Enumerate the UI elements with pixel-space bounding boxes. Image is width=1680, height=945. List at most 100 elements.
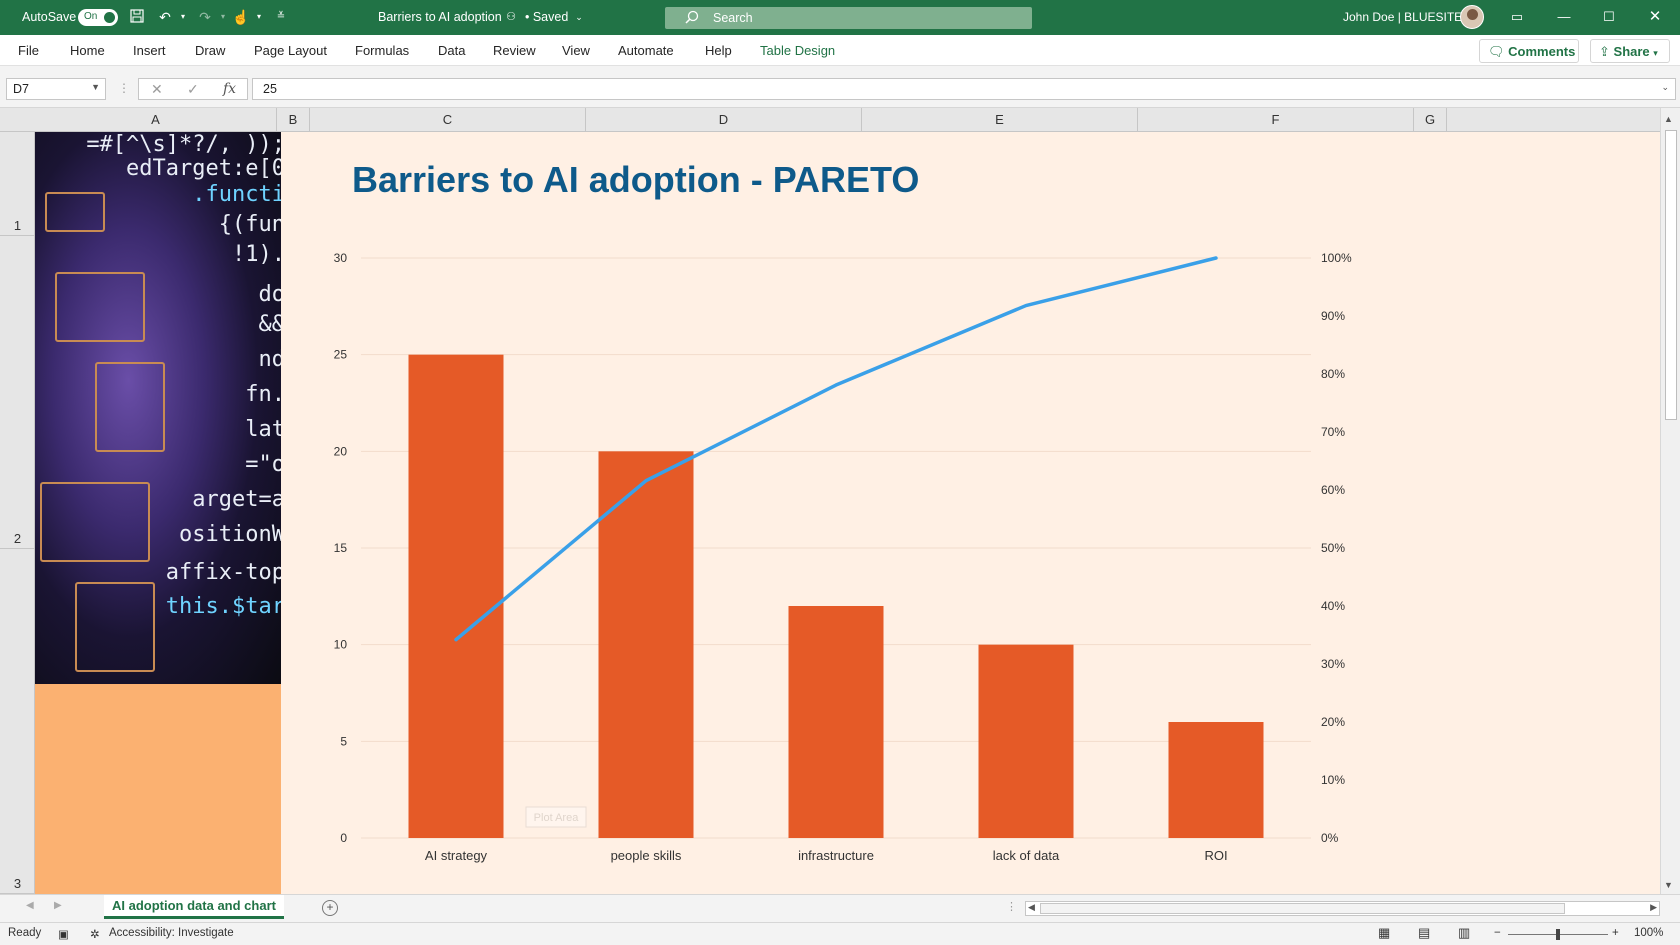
tab-data[interactable]: Data bbox=[438, 43, 465, 58]
y-right-tick-label: 0% bbox=[1321, 831, 1339, 845]
y-left-tick-label: 30 bbox=[334, 251, 348, 265]
share-chevron-icon: ▾ bbox=[1653, 48, 1658, 58]
formula-input[interactable]: 25 ⌄ bbox=[252, 78, 1676, 100]
redo-dropdown-icon[interactable]: ▾ bbox=[214, 8, 232, 26]
name-box[interactable]: D7 ▼ bbox=[6, 78, 106, 100]
zoom-slider[interactable] bbox=[1508, 929, 1608, 940]
share-label: Share bbox=[1613, 44, 1650, 59]
cell-fill bbox=[35, 684, 281, 894]
zoom-in-icon[interactable]: + bbox=[1612, 927, 1619, 939]
tab-home[interactable]: Home bbox=[70, 43, 105, 58]
column-header-d[interactable]: D bbox=[586, 108, 862, 132]
accessibility-icon[interactable]: ✲ bbox=[90, 927, 100, 941]
tab-file[interactable]: File bbox=[18, 43, 39, 58]
next-sheet-icon[interactable]: ▶ bbox=[54, 900, 62, 911]
row-header-2[interactable]: 2 bbox=[0, 236, 35, 549]
scroll-left-icon[interactable]: ◀ bbox=[1028, 902, 1035, 913]
page-layout-view-icon[interactable]: ▤ bbox=[1418, 925, 1430, 941]
tab-page-layout[interactable]: Page Layout bbox=[254, 43, 327, 58]
accessibility-status[interactable]: Accessibility: Investigate bbox=[109, 927, 234, 939]
row-header-1[interactable]: 1 bbox=[0, 132, 35, 236]
horizontal-scroll-thumb[interactable] bbox=[1040, 903, 1565, 914]
close-icon[interactable]: ✕ bbox=[1644, 6, 1666, 28]
avatar[interactable] bbox=[1460, 5, 1484, 29]
column-header-c[interactable]: C bbox=[310, 108, 586, 132]
redo-icon[interactable]: ↷ bbox=[196, 8, 214, 26]
pareto-chart[interactable]: Barriers to AI adoption - PARETO 0 5 10 15 2… bbox=[281, 132, 1660, 894]
name-box-dropdown-icon[interactable]: ▼ bbox=[91, 82, 100, 92]
code-overlay: affix-top bbox=[165, 560, 281, 585]
minimize-icon[interactable]: — bbox=[1553, 6, 1575, 28]
code-overlay: {(fun bbox=[218, 212, 281, 237]
circuit-decoration bbox=[40, 482, 150, 562]
tab-draw[interactable]: Draw bbox=[195, 43, 225, 58]
share-people-icon: ⚇ bbox=[506, 11, 516, 23]
normal-view-icon[interactable]: ▦ bbox=[1378, 925, 1390, 941]
comments-button[interactable]: 🗨 Comments bbox=[1479, 39, 1579, 63]
status-ready: Ready bbox=[8, 927, 42, 939]
tab-view[interactable]: View bbox=[562, 43, 590, 58]
save-icon[interactable] bbox=[128, 8, 146, 26]
y-left-tick-label: 15 bbox=[334, 541, 348, 555]
add-sheet-icon[interactable]: + bbox=[322, 900, 338, 916]
customize-toolbar-icon[interactable]: ≚ bbox=[272, 8, 290, 26]
user-name[interactable]: John Doe | BLUESITE bbox=[1343, 10, 1462, 24]
row-header-3[interactable]: 3 bbox=[0, 549, 35, 894]
tab-review[interactable]: Review bbox=[493, 43, 536, 58]
formula-actions: ✕ ✓ fx bbox=[138, 78, 248, 100]
bars bbox=[408, 354, 1264, 838]
zoom-slider-knob[interactable] bbox=[1556, 929, 1560, 940]
y-right-tick-label: 10% bbox=[1321, 773, 1345, 787]
autosave-toggle[interactable]: On bbox=[78, 9, 118, 26]
search-placeholder: Search bbox=[713, 11, 753, 25]
tab-help[interactable]: Help bbox=[705, 43, 732, 58]
macro-record-icon[interactable]: ▣ bbox=[58, 927, 69, 941]
code-overlay: edTarget:e[0 bbox=[126, 156, 281, 181]
insert-function-icon[interactable]: fx bbox=[223, 81, 236, 97]
column-header-g[interactable]: G bbox=[1414, 108, 1447, 132]
document-title[interactable]: Barriers to AI adoption bbox=[378, 10, 502, 24]
worksheet[interactable]: =#[^\s]*?/, )); edTarget:e[0 .functi {(f… bbox=[35, 132, 1660, 894]
touch-mode-icon[interactable]: ☝ bbox=[232, 8, 250, 26]
y-right-tick-label: 70% bbox=[1321, 425, 1345, 439]
enter-icon[interactable]: ✓ bbox=[187, 81, 199, 98]
column-header-e[interactable]: E bbox=[862, 108, 1138, 132]
undo-icon[interactable]: ↶ bbox=[156, 8, 174, 26]
sheet-tab[interactable]: AI adoption data and chart bbox=[104, 895, 284, 919]
save-status[interactable]: • Saved bbox=[525, 10, 568, 24]
chart-title[interactable]: Barriers to AI adoption - PARETO bbox=[352, 159, 919, 200]
scroll-thumb[interactable] bbox=[1665, 130, 1677, 420]
tab-automate[interactable]: Automate bbox=[618, 43, 674, 58]
column-header-a[interactable]: A bbox=[35, 108, 277, 132]
status-bar: Ready ▣ ✲ Accessibility: Investigate ▦ ▤… bbox=[0, 922, 1680, 945]
column-header-b[interactable]: B bbox=[277, 108, 310, 132]
more-options-icon[interactable]: ⋮ bbox=[118, 81, 130, 95]
cumulative-line-path bbox=[454, 256, 1218, 642]
ribbon-display-icon[interactable]: ▭ bbox=[1506, 6, 1528, 28]
expand-formula-icon[interactable]: ⌄ bbox=[1661, 82, 1669, 93]
horizontal-scrollbar[interactable]: ◀ ▶ bbox=[1025, 901, 1660, 916]
code-overlay: nd bbox=[258, 347, 282, 372]
touch-dropdown-icon[interactable]: ▾ bbox=[250, 8, 268, 26]
page-break-view-icon[interactable]: ▥ bbox=[1458, 925, 1470, 941]
scroll-up-icon[interactable]: ▲ bbox=[1664, 114, 1673, 124]
vertical-scrollbar[interactable]: ▲ ▼ bbox=[1660, 108, 1680, 894]
save-status-chevron-icon[interactable]: ⌄ bbox=[570, 8, 588, 26]
maximize-icon[interactable]: ☐ bbox=[1598, 6, 1620, 28]
cancel-icon[interactable]: ✕ bbox=[151, 81, 163, 98]
tab-formulas[interactable]: Formulas bbox=[355, 43, 409, 58]
comments-label: Comments bbox=[1508, 44, 1576, 59]
search-box[interactable]: Search bbox=[665, 7, 1032, 29]
undo-dropdown-icon[interactable]: ▾ bbox=[174, 8, 192, 26]
scroll-right-icon[interactable]: ▶ bbox=[1650, 902, 1657, 913]
scroll-down-icon[interactable]: ▼ bbox=[1664, 880, 1673, 890]
zoom-out-icon[interactable]: − bbox=[1494, 927, 1501, 939]
zoom-level[interactable]: 100% bbox=[1634, 927, 1663, 939]
prev-sheet-icon[interactable]: ◀ bbox=[26, 900, 34, 911]
share-button[interactable]: ⇪ Share ▾ bbox=[1590, 39, 1670, 63]
ribbon-tabs: File Home Insert Draw Page Layout Formul… bbox=[0, 35, 1680, 66]
tab-split-icon[interactable]: ⋮ bbox=[1006, 900, 1017, 913]
column-header-f[interactable]: F bbox=[1138, 108, 1414, 132]
tab-table-design[interactable]: Table Design bbox=[760, 43, 835, 58]
tab-insert[interactable]: Insert bbox=[133, 43, 166, 58]
